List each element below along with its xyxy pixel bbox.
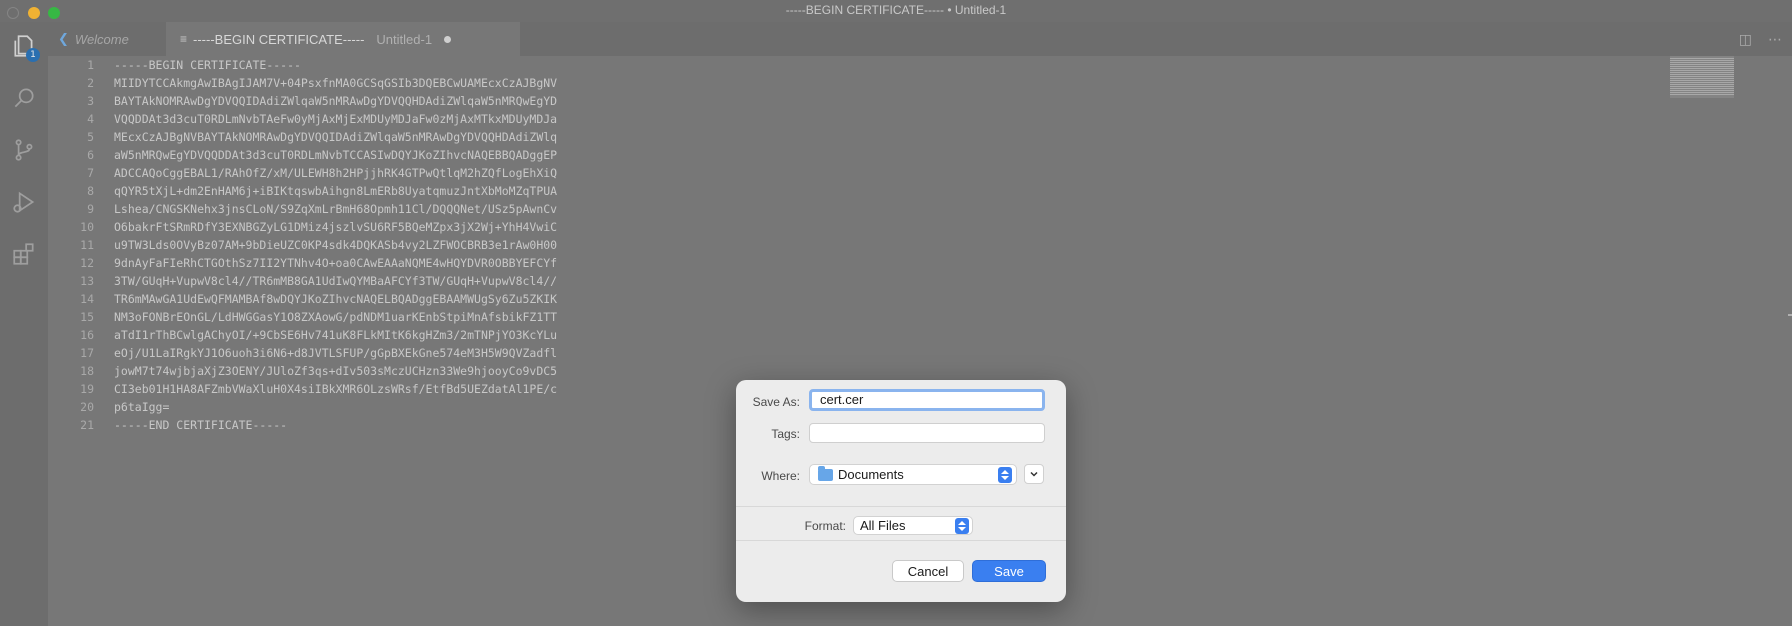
line-number: 4 [87, 112, 94, 126]
chevron-down-icon [1030, 471, 1038, 477]
expand-dialog-button[interactable] [1024, 464, 1044, 484]
code-line[interactable]: qQYR5tXjL+dm2EnHAM6j+iBIKtqswbAihgn8LmER… [114, 182, 1704, 200]
line-number: 16 [80, 328, 94, 342]
format-popup[interactable]: All Files [853, 516, 973, 535]
format-value: All Files [860, 518, 906, 533]
line-number: 17 [80, 346, 94, 360]
code-line[interactable]: MIIDYTCCAkmgAwIBAgIJAM7V+04PsxfnMA0GCSqG… [114, 74, 1704, 92]
vscode-logo-icon: ❮ [58, 31, 69, 46]
activity-explorer[interactable]: 1 [0, 22, 48, 70]
line-number: 2 [87, 76, 94, 90]
line-number: 13 [80, 274, 94, 288]
line-number: 5 [87, 130, 94, 144]
unsaved-dot-icon[interactable] [444, 35, 452, 43]
code-line[interactable]: 3TW/GUqH+VupwV8cl4//TR6mMB8GA1UdIwQYMBaA… [114, 272, 1704, 290]
code-area[interactable]: -----BEGIN CERTIFICATE----- MIIDYTCCAkmgA… [114, 56, 1704, 434]
line-number: 9 [87, 202, 94, 216]
line-number: 7 [87, 166, 94, 180]
line-number: 8 [87, 184, 94, 198]
line-number: 6 [87, 148, 94, 162]
code-line[interactable]: -----BEGIN CERTIFICATE----- [114, 56, 1704, 74]
line-number-gutter: 1 2 3 4 5 6 7 8 9 10 11 12 13 14 15 16 17 18 19 20 21 [48, 56, 108, 434]
save-dialog: Save As: cert.cer Tags: Where: Documents… [736, 380, 1066, 602]
minimap-content [1670, 58, 1734, 96]
line-number: 3 [87, 94, 94, 108]
where-value: Documents [838, 467, 904, 482]
line-number: 21 [80, 418, 94, 432]
tab-untitled-1[interactable]: ≡ -----BEGIN CERTIFICATE----- Untitled-1 [166, 22, 520, 56]
code-line[interactable]: MEcxCzAJBgNVBAYTAkNOMRAwDgYDVQQIDAdiZWlq… [114, 128, 1704, 146]
line-number: 18 [80, 364, 94, 378]
line-number: 15 [80, 310, 94, 324]
tab-sublabel: Untitled-1 [376, 31, 433, 47]
search-icon [14, 88, 34, 108]
code-line[interactable]: jowM7t74wjbjaXjZ3OENY/JUloZf3qs+dIv503sM… [114, 362, 1704, 380]
save-button[interactable]: Save [972, 560, 1046, 582]
scroll-marker [1788, 314, 1792, 316]
code-line[interactable]: BAYTAkNOMRAwDgYDVQQIDAdiZWlqaW5nMRAwDgYD… [114, 92, 1704, 110]
code-line[interactable]: VQQDDAt3d3cuT0RDLmNvbTAeFw0yMjAxMjExMDUy… [114, 110, 1704, 128]
save-as-label: Save As: [752, 395, 800, 409]
dialog-divider [736, 506, 1066, 507]
format-stepper-icon [955, 518, 969, 534]
dialog-divider [736, 540, 1066, 541]
vscode-window: -----BEGIN CERTIFICATE----- • Untitled-1… [0, 0, 1792, 626]
code-line[interactable]: 9dnAyFaFIeRhCTGOthSz7II2YTNhv4O+oa0CAwEA… [114, 254, 1704, 272]
code-line[interactable]: eOj/U1LaIRgkYJ1O6uoh3i6N6+d8JVTLSFUP/gGp… [114, 344, 1704, 362]
code-line[interactable]: u9TW3Lds0OVyBz07AM+9bDieUZC0KP4sdk4DQKAS… [114, 236, 1704, 254]
line-number: 19 [80, 382, 94, 396]
activity-bar: 1 [0, 22, 48, 626]
explorer-badge: 1 [26, 48, 40, 62]
tags-input[interactable] [809, 423, 1045, 443]
where-popup[interactable]: Documents [809, 464, 1017, 485]
code-line[interactable]: aW5nMRQwEgYDVQQDDAt3d3cuT0RDLmNvbTCCASIw… [114, 146, 1704, 164]
editor-actions: ◫ ⋯ [1739, 22, 1792, 56]
line-number: 10 [80, 220, 94, 234]
activity-run-debug[interactable] [0, 178, 48, 226]
tags-label: Tags: [771, 427, 800, 441]
line-number: 12 [80, 256, 94, 270]
source-control-icon [15, 139, 33, 161]
line-number: 20 [80, 400, 94, 414]
cancel-button[interactable]: Cancel [892, 560, 964, 582]
tab-label: Welcome [74, 31, 129, 47]
code-line[interactable]: O6bakrFtSRmRDfY3EXNBGZyLG1DMiz4jszlvSU6R… [114, 218, 1704, 236]
activity-source-control[interactable] [0, 126, 48, 174]
tab-label: -----BEGIN CERTIFICATE----- [193, 31, 365, 47]
code-line[interactable]: Lshea/CNGSKNehx3jnsCLoN/S9ZqXmLrBmH68Opm… [114, 200, 1704, 218]
window-title: -----BEGIN CERTIFICATE----- • Untitled-1 [785, 3, 1007, 17]
code-line[interactable]: aTdI1rThBCwlgAChyOI/+9CbSE6Hv741uK8FLkMI… [114, 326, 1704, 344]
code-line[interactable]: TR6mMAwGA1UdEwQFMAMBAf8wDQYJKoZIhvcNAQEL… [114, 290, 1704, 308]
activity-extensions[interactable] [0, 230, 48, 278]
save-as-input[interactable]: cert.cer [809, 389, 1045, 411]
title-bar: -----BEGIN CERTIFICATE----- • Untitled-1 [0, 0, 1792, 22]
where-stepper-icon [998, 467, 1012, 483]
tab-welcome[interactable]: ❮ Welcome [48, 22, 166, 56]
tab-bar: ❮ Welcome ≡ -----BEGIN CERTIFICATE----- … [48, 22, 1792, 56]
line-number: 14 [80, 292, 94, 306]
where-label: Where: [761, 469, 800, 483]
text-file-icon: ≡ [180, 32, 188, 46]
folder-icon [818, 465, 833, 481]
extensions-icon [13, 243, 34, 265]
more-actions-icon[interactable]: ⋯ [1768, 31, 1782, 48]
line-number: 11 [80, 238, 94, 252]
split-editor-icon[interactable]: ◫ [1739, 31, 1752, 48]
run-debug-icon [13, 191, 35, 213]
line-number: 1 [87, 58, 94, 72]
activity-search[interactable] [0, 74, 48, 122]
format-label: Format: [804, 519, 846, 533]
code-line[interactable]: NM3oFONBrEOnGL/LdHWGGasY1O8ZXAowG/pdNDM1… [114, 308, 1704, 326]
code-line[interactable]: ADCCAQoCggEBAL1/RAhOfZ/xM/ULEWH8h2HPjjhR… [114, 164, 1704, 182]
